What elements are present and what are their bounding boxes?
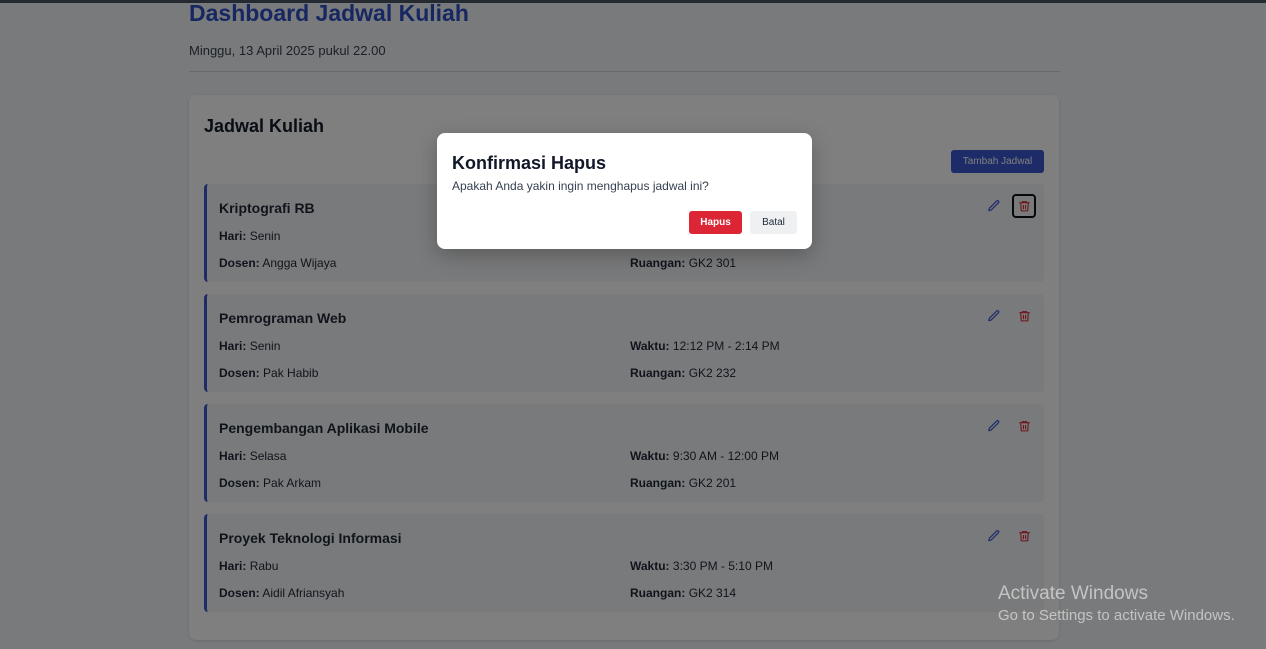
confirm-delete-button[interactable]: Hapus [689, 211, 742, 234]
cancel-button[interactable]: Batal [750, 211, 797, 234]
delete-confirmation-dialog: Konfirmasi Hapus Apakah Anda yakin ingin… [437, 133, 812, 249]
activation-watermark-title: Activate Windows [998, 583, 1148, 604]
dialog-message: Apakah Anda yakin ingin menghapus jadwal… [452, 179, 709, 193]
activation-watermark-subtitle: Go to Settings to activate Windows. [998, 607, 1235, 624]
dialog-title: Konfirmasi Hapus [452, 153, 607, 173]
modal-backdrop[interactable] [0, 0, 1266, 649]
